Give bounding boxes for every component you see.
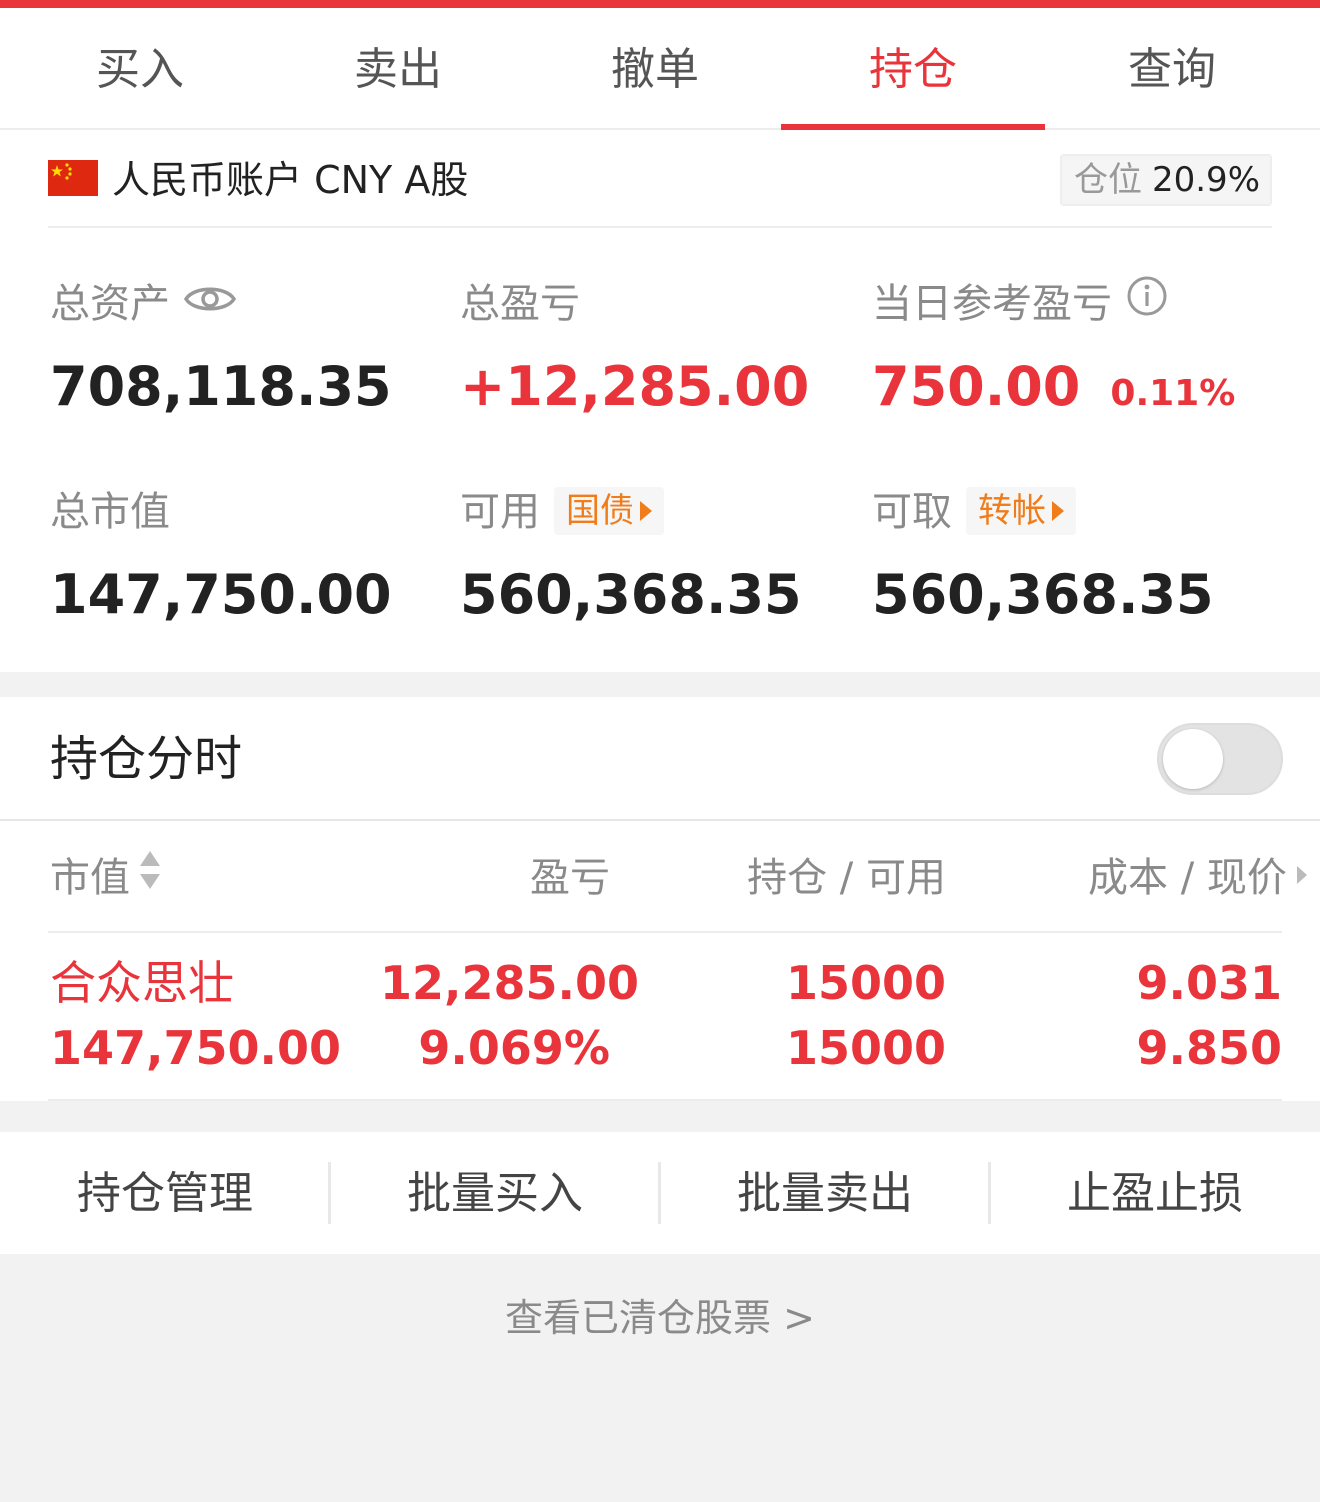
total-pnl-label: 总盈亏	[460, 281, 580, 327]
stock-name: 合众思壮	[50, 956, 234, 1010]
total-pnl-value: +12,285.00	[460, 355, 810, 418]
holdings-table: 市值 盈亏 持仓 / 可用 成本 / 现价 合众思壮 147,750.00 12…	[0, 821, 1320, 1101]
position-ratio-label: 仓位	[1073, 160, 1142, 200]
sort-icon[interactable]	[138, 849, 162, 905]
header-cost-label: 成本 / 现价	[1088, 855, 1287, 901]
total-assets-value: 708,118.35	[50, 355, 392, 418]
position-management-button[interactable]: 持仓管理	[0, 1132, 330, 1254]
total-assets: 总资产 708,118.35	[50, 276, 392, 422]
stock-price: 9.850	[1136, 1021, 1282, 1075]
stock-cost: 9.031	[1136, 956, 1282, 1010]
info-icon[interactable]	[1126, 275, 1168, 332]
withdrawable-funds: 可取 转帐 560,368.35	[872, 484, 1214, 630]
row-divider	[48, 1099, 1282, 1101]
header-market-value-label: 市值	[50, 855, 130, 901]
holding-timeshare-toggle[interactable]	[1157, 723, 1283, 795]
position-ratio-badge: 仓位 20.9%	[1059, 154, 1272, 206]
daily-pnl: 当日参考盈亏 750.00 0.11%	[872, 276, 1235, 429]
chevron-right-icon	[1295, 850, 1309, 904]
treasury-bond-label: 国债	[566, 491, 634, 531]
available-funds: 可用 国债 560,368.35	[460, 484, 802, 630]
tab-query[interactable]: 查询	[1040, 8, 1304, 130]
header-pnl: 盈亏	[530, 855, 610, 901]
triangle-right-icon	[1052, 500, 1064, 521]
batch-sell-button[interactable]: 批量卖出	[660, 1132, 990, 1254]
market-value-value: 147,750.00	[50, 563, 392, 626]
market-value-label: 总市值	[50, 489, 170, 535]
daily-pnl-percent: 0.11%	[1110, 373, 1236, 414]
daily-pnl-label: 当日参考盈亏	[872, 281, 1112, 327]
stop-profit-loss-button[interactable]: 止盈止损	[990, 1132, 1320, 1254]
header-divider	[48, 931, 1282, 933]
eye-icon[interactable]	[183, 275, 237, 331]
stock-available: 15000	[785, 1021, 946, 1075]
tab-sell[interactable]: 卖出	[266, 8, 530, 130]
total-pnl: 总盈亏 +12,285.00	[460, 276, 809, 422]
top-accent-bar	[0, 0, 1320, 8]
tab-cancel[interactable]: 撤单	[523, 8, 787, 130]
trade-tabs: 买入 卖出 撤单 持仓 查询	[0, 8, 1320, 131]
withdrawable-value: 560,368.35	[872, 563, 1214, 626]
stock-position: 15000	[785, 956, 946, 1010]
batch-buy-button[interactable]: 批量买入	[330, 1132, 660, 1254]
treasury-bond-button[interactable]: 国债	[554, 487, 664, 535]
account-summary: 人民币账户 CNY A股 仓位 20.9% 总资产 708,118.35 总盈亏 …	[0, 130, 1320, 672]
tab-buy[interactable]: 买入	[8, 8, 272, 130]
header-cost[interactable]: 成本 / 现价	[1088, 851, 1309, 905]
stock-pnl: 12,285.00	[380, 956, 639, 1010]
transfer-button[interactable]: 转帐	[966, 487, 1076, 535]
header-market-value[interactable]: 市值	[50, 851, 162, 905]
action-bar: 持仓管理 批量买入 批量卖出 止盈止损	[0, 1132, 1320, 1254]
account-row: 人民币账户 CNY A股 仓位 20.9%	[48, 130, 1272, 228]
total-assets-label: 总资产	[50, 281, 170, 327]
account-name: 人民币账户 CNY A股	[112, 158, 469, 202]
view-cleared-stocks-link[interactable]: 查看已清仓股票 >	[0, 1290, 1320, 1346]
available-label: 可用	[460, 489, 540, 535]
stock-market-value: 147,750.00	[50, 1021, 342, 1075]
daily-pnl-value: 750.00	[872, 355, 1081, 418]
available-value: 560,368.35	[460, 563, 802, 626]
triangle-right-icon	[640, 500, 652, 521]
header-position: 持仓 / 可用	[747, 855, 946, 901]
toggle-knob	[1163, 729, 1223, 789]
transfer-label: 转帐	[978, 491, 1046, 531]
holding-timeshare-title: 持仓分时	[50, 731, 243, 787]
market-value: 总市值 147,750.00	[50, 484, 392, 630]
position-ratio-value: 20.9%	[1151, 160, 1260, 200]
china-flag-icon	[48, 160, 98, 196]
holding-timeshare-row: 持仓分时	[0, 697, 1320, 821]
tab-holdings[interactable]: 持仓	[781, 8, 1045, 130]
stock-pnl-percent: 9.069%	[418, 1021, 610, 1075]
withdrawable-label: 可取	[872, 489, 952, 535]
